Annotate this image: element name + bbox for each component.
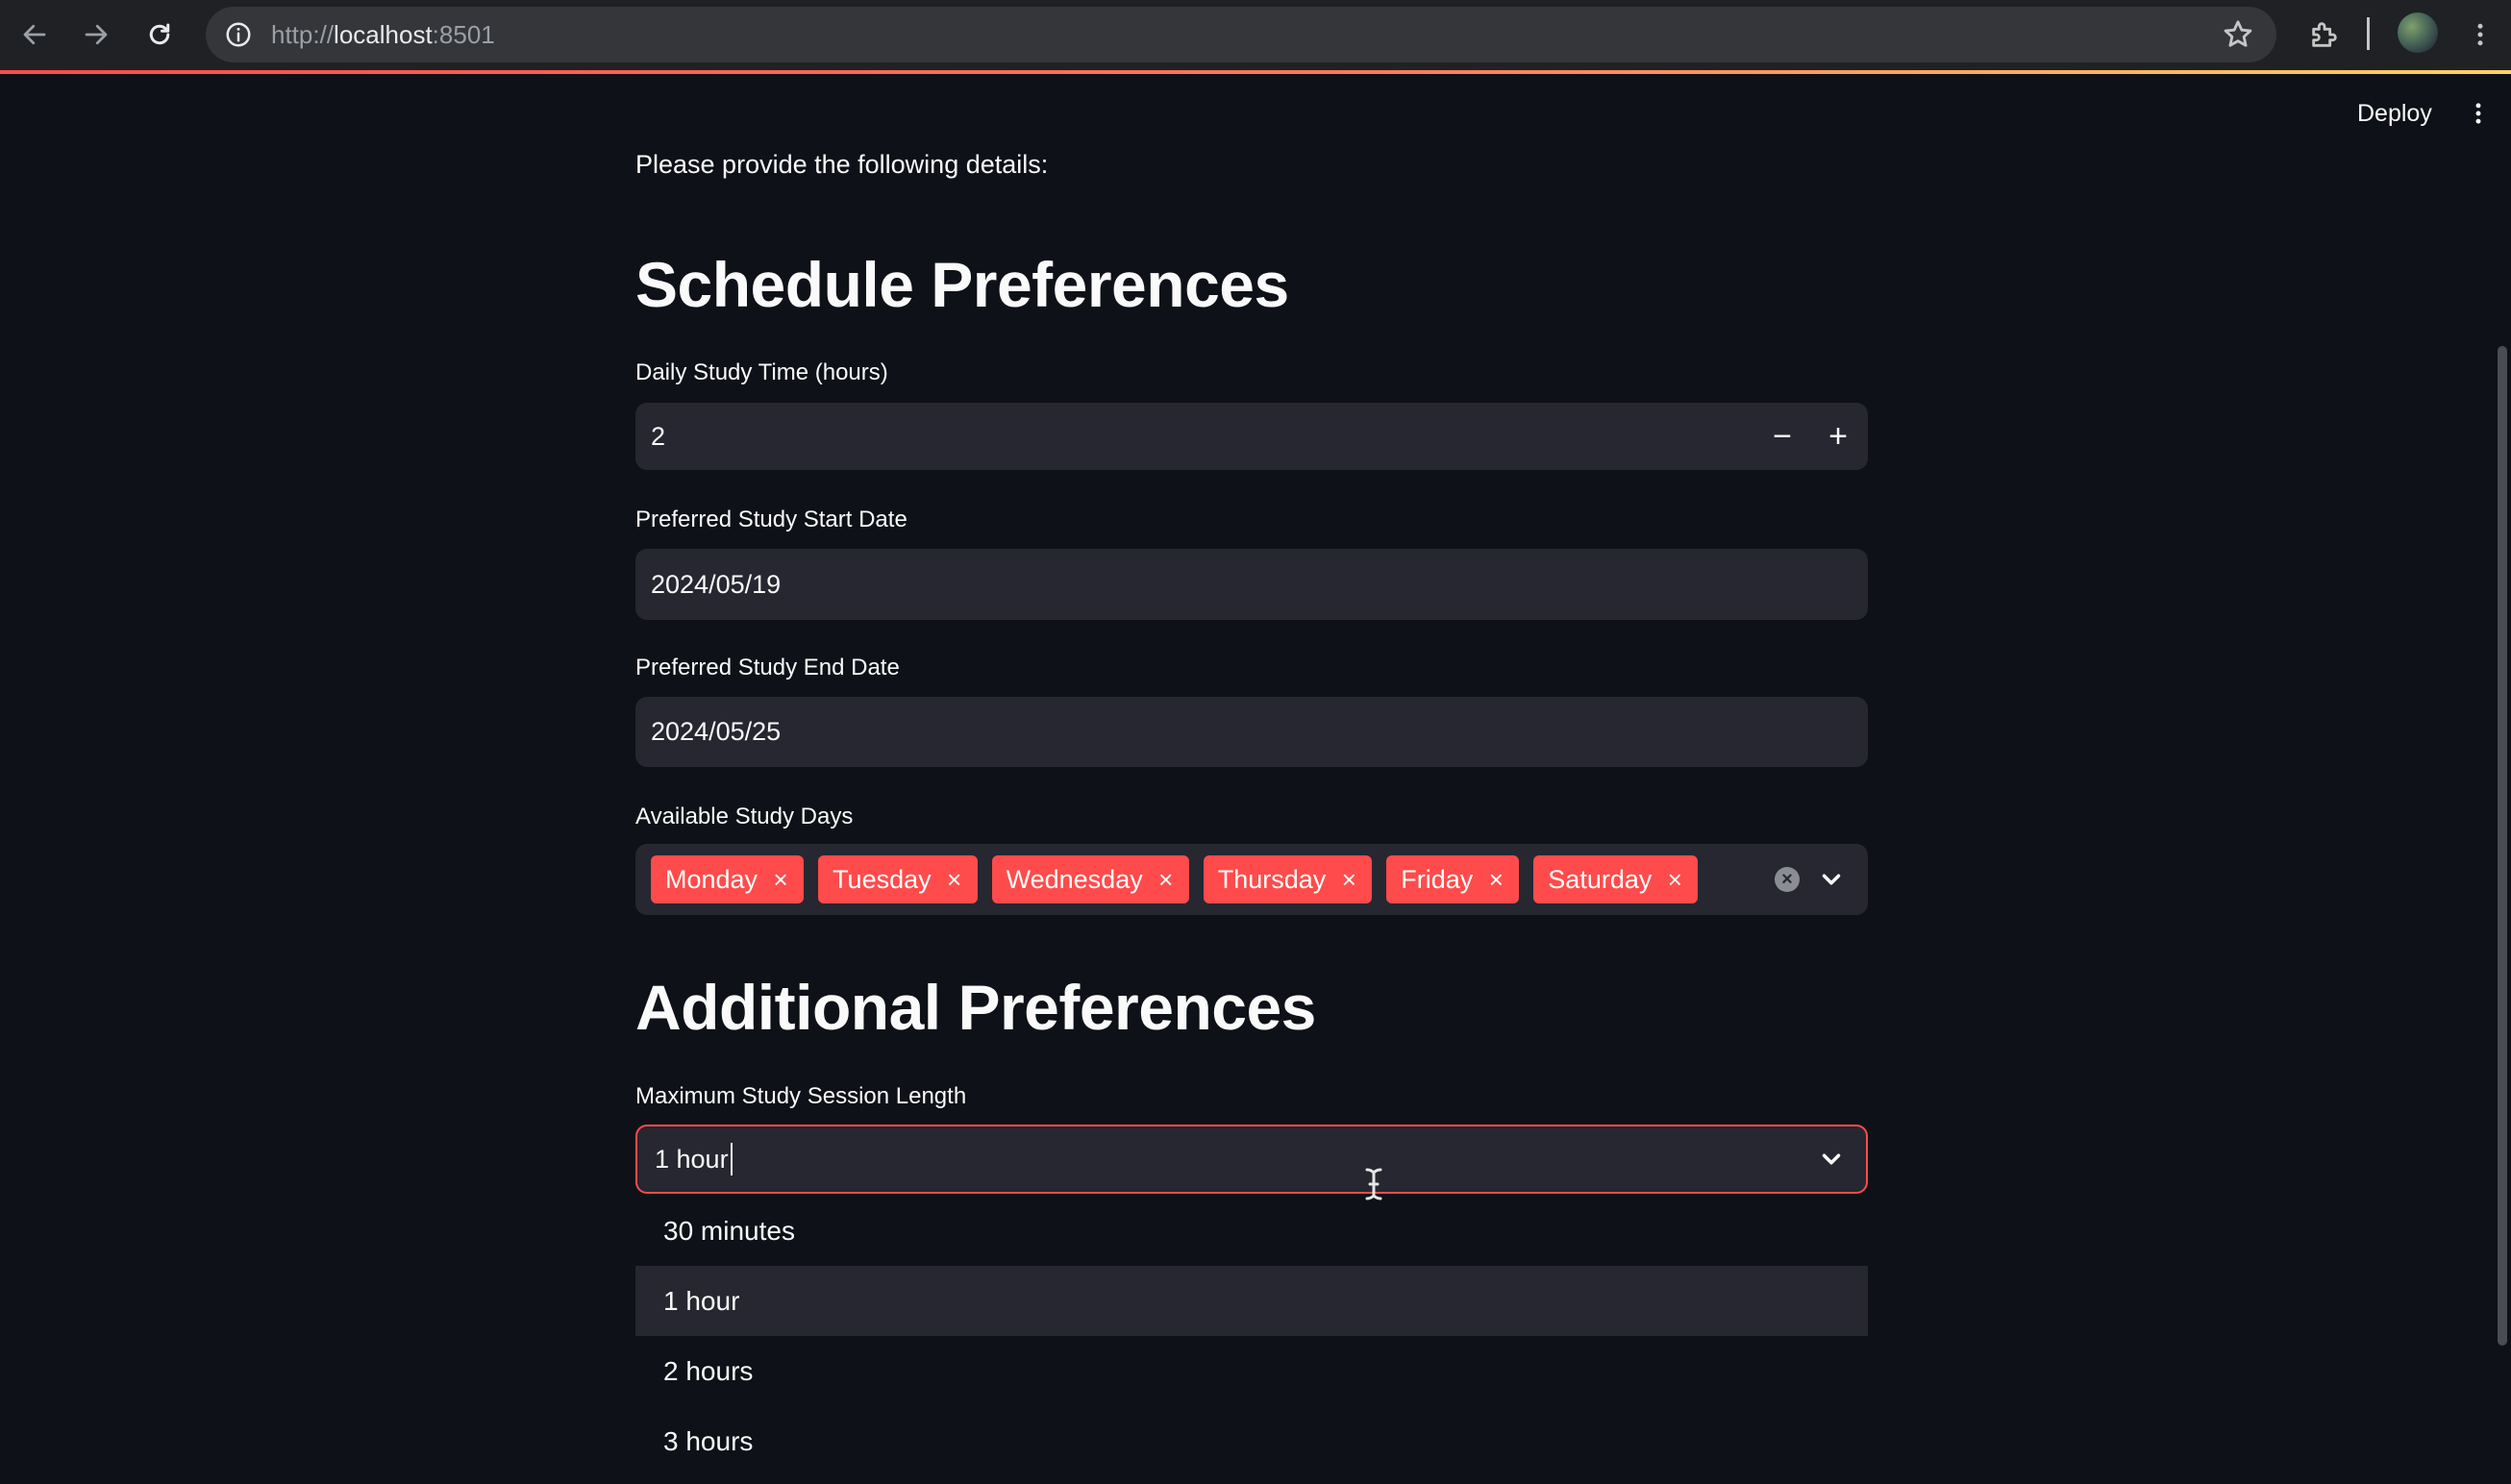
site-info-icon[interactable]: [219, 15, 258, 54]
session-length-text: 1 hour: [655, 1145, 729, 1174]
back-arrow-icon[interactable]: [12, 12, 58, 58]
remove-chip-icon[interactable]: ×: [1665, 865, 1684, 895]
browser-toolbar: http://localhost:8501: [0, 0, 2511, 70]
decrement-button[interactable]: −: [1754, 403, 1810, 470]
start-date-label: Preferred Study Start Date: [635, 507, 907, 532]
url-port: :8501: [432, 20, 495, 49]
day-chip-label: Saturday: [1548, 864, 1653, 894]
app-menu-icon[interactable]: [2461, 94, 2496, 133]
end-date-value: 2024/05/25: [651, 717, 782, 746]
intro-text: Please provide the following details:: [635, 150, 1049, 179]
page-scrollbar[interactable]: [2498, 346, 2507, 1346]
schedule-preferences-heading: Schedule Preferences: [635, 249, 1289, 320]
forward-arrow-icon[interactable]: [73, 12, 119, 58]
clear-all-icon[interactable]: ×: [1775, 867, 1800, 892]
chevron-down-icon[interactable]: [1817, 1145, 1846, 1174]
additional-preferences-heading: Additional Preferences: [635, 972, 1316, 1043]
end-date-label: Preferred Study End Date: [635, 655, 900, 680]
daily-study-time-input[interactable]: 2 − +: [635, 403, 1868, 470]
option-2-hours[interactable]: 2 hours: [635, 1336, 1868, 1406]
day-chip-label: Tuesday: [833, 864, 932, 894]
day-chip-monday: Monday ×: [651, 855, 805, 903]
app-loading-bar: [0, 70, 2511, 74]
option-3-hours[interactable]: 3 hours: [635, 1406, 1868, 1476]
day-chip-label: Friday: [1401, 864, 1474, 894]
reload-icon[interactable]: [137, 12, 183, 58]
browser-menu-icon[interactable]: [2459, 13, 2501, 56]
session-length-value[interactable]: 1 hour: [655, 1126, 733, 1192]
day-chip-thursday: Thursday ×: [1203, 855, 1373, 903]
end-date-input[interactable]: 2024/05/25: [635, 697, 1868, 767]
chevron-down-icon[interactable]: [1817, 865, 1846, 894]
remove-chip-icon[interactable]: ×: [1339, 865, 1358, 895]
extensions-icon[interactable]: [2303, 13, 2346, 56]
start-date-value: 2024/05/19: [651, 570, 782, 599]
day-chip-friday: Friday ×: [1386, 855, 1520, 903]
option-30-minutes[interactable]: 30 minutes: [635, 1196, 1868, 1266]
address-bar[interactable]: http://localhost:8501: [206, 7, 2276, 62]
day-chip-wednesday: Wednesday ×: [991, 855, 1189, 903]
remove-chip-icon[interactable]: ×: [1156, 865, 1176, 895]
session-length-label: Maximum Study Session Length: [635, 1083, 967, 1109]
day-chip-label: Wednesday: [1006, 864, 1143, 894]
study-days-multiselect[interactable]: Monday × Tuesday × Wednesday × Thursday …: [635, 844, 1868, 915]
deploy-button[interactable]: Deploy: [2342, 92, 2448, 135]
text-cursor-icon: [1363, 1167, 1384, 1201]
profile-avatar[interactable]: [2398, 12, 2438, 53]
daily-study-time-label: Daily Study Time (hours): [635, 359, 888, 385]
study-days-label: Available Study Days: [635, 804, 854, 829]
day-chip-saturday: Saturday ×: [1533, 855, 1699, 903]
url-prefix: http://: [271, 20, 335, 49]
remove-chip-icon[interactable]: ×: [1486, 865, 1505, 895]
daily-study-time-value: 2: [651, 422, 666, 451]
toolbar-divider: [2367, 17, 2370, 50]
text-caret: [730, 1142, 733, 1175]
selected-days: Monday × Tuesday × Wednesday × Thursday …: [651, 855, 1699, 903]
start-date-input[interactable]: 2024/05/19: [635, 549, 1868, 620]
option-1-hour[interactable]: 1 hour: [635, 1266, 1868, 1336]
remove-chip-icon[interactable]: ×: [945, 865, 964, 895]
increment-button[interactable]: +: [1810, 403, 1866, 470]
day-chip-label: Thursday: [1217, 864, 1327, 894]
day-chip-label: Monday: [665, 864, 758, 894]
remove-chip-icon[interactable]: ×: [771, 865, 790, 895]
day-chip-tuesday: Tuesday ×: [818, 855, 978, 903]
bookmark-star-icon[interactable]: [2221, 17, 2255, 52]
session-length-select[interactable]: 1 hour: [635, 1125, 1868, 1194]
address-url: http://localhost:8501: [271, 7, 495, 62]
url-host: localhost: [334, 20, 433, 49]
